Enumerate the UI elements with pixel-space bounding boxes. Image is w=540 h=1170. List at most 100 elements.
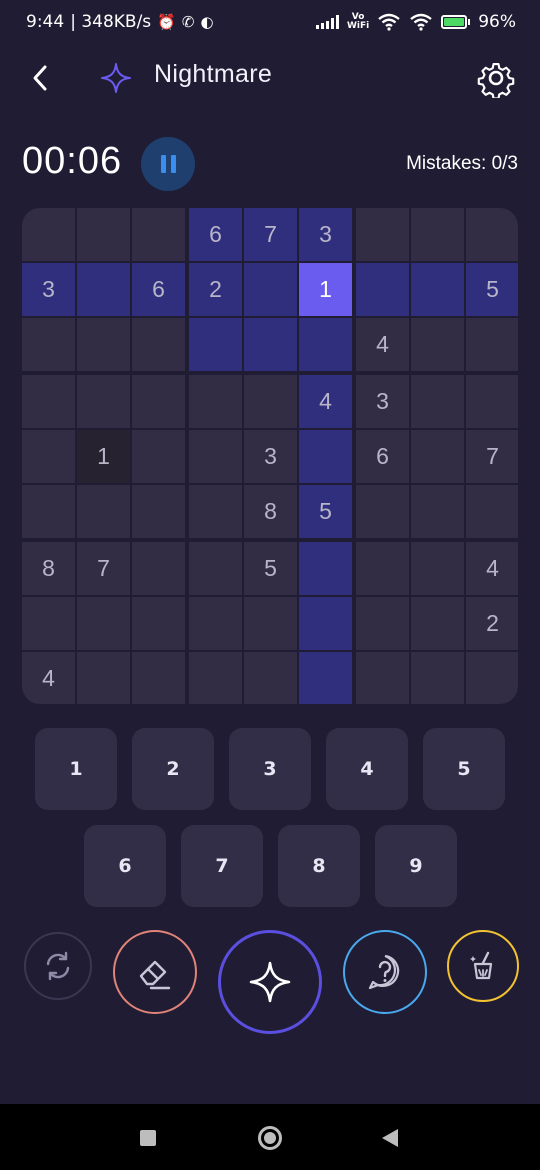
- board-cell-r1c2[interactable]: [77, 208, 130, 261]
- board-cell-r5c2[interactable]: 1: [77, 430, 130, 483]
- board-cell-r3c5[interactable]: [244, 318, 297, 371]
- board-cell-r7c7[interactable]: [356, 542, 409, 595]
- board-cell-r5c1[interactable]: [22, 430, 75, 483]
- board-cell-r5c8[interactable]: [411, 430, 464, 483]
- board-cell-r6c6[interactable]: 5: [299, 485, 352, 538]
- board-cell-r8c1[interactable]: [22, 597, 75, 650]
- board-cell-r6c4[interactable]: [189, 485, 242, 538]
- board-cell-r7c5[interactable]: 5: [244, 542, 297, 595]
- board-cell-r4c3[interactable]: [132, 375, 185, 428]
- board-cell-r5c4[interactable]: [189, 430, 242, 483]
- board-cell-r9c8[interactable]: [411, 652, 464, 704]
- board-cell-r9c2[interactable]: [77, 652, 130, 704]
- pause-button[interactable]: [141, 137, 195, 191]
- board-cell-r1c3[interactable]: [132, 208, 185, 261]
- number-key-3[interactable]: 3: [229, 728, 311, 810]
- board-cell-r5c7[interactable]: 6: [356, 430, 409, 483]
- board-cell-r7c6[interactable]: [299, 542, 352, 595]
- board-cell-r4c7[interactable]: 3: [356, 375, 409, 428]
- board-cell-r5c6[interactable]: [299, 430, 352, 483]
- back-button[interactable]: [24, 60, 56, 96]
- board-cell-r4c4[interactable]: [189, 375, 242, 428]
- board-cell-r2c7[interactable]: [356, 263, 409, 316]
- magic-button[interactable]: [218, 930, 322, 1034]
- board-cell-r6c8[interactable]: [411, 485, 464, 538]
- board-cell-r5c9[interactable]: 7: [466, 430, 518, 483]
- hint-button[interactable]: [343, 930, 427, 1014]
- board-cell-r8c7[interactable]: [356, 597, 409, 650]
- erase-button[interactable]: [113, 930, 197, 1014]
- board-cell-r7c2[interactable]: 7: [77, 542, 130, 595]
- board-cell-r8c3[interactable]: [132, 597, 185, 650]
- board-cell-r1c8[interactable]: [411, 208, 464, 261]
- board-cell-r2c6[interactable]: 1: [299, 263, 352, 316]
- board-cell-r7c3[interactable]: [132, 542, 185, 595]
- board-cell-r3c7[interactable]: 4: [356, 318, 409, 371]
- board-cell-r3c9[interactable]: [466, 318, 518, 371]
- board-cell-r2c3[interactable]: 6: [132, 263, 185, 316]
- number-key-5[interactable]: 5: [423, 728, 505, 810]
- board-cell-r7c8[interactable]: [411, 542, 464, 595]
- board-cell-r2c9[interactable]: 5: [466, 263, 518, 316]
- board-cell-r8c8[interactable]: [411, 597, 464, 650]
- board-cell-r4c2[interactable]: [77, 375, 130, 428]
- board-cell-r1c4[interactable]: 6: [189, 208, 242, 261]
- board-cell-r3c6[interactable]: [299, 318, 352, 371]
- auto-fill-button[interactable]: [447, 930, 519, 1002]
- board-cell-r4c5[interactable]: [244, 375, 297, 428]
- board-cell-r2c2[interactable]: [77, 263, 130, 316]
- board-cell-r6c3[interactable]: [132, 485, 185, 538]
- home-button[interactable]: [258, 1126, 282, 1150]
- board-cell-r7c4[interactable]: [189, 542, 242, 595]
- board-cell-r3c8[interactable]: [411, 318, 464, 371]
- board-cell-r3c1[interactable]: [22, 318, 75, 371]
- board-cell-r2c1[interactable]: 3: [22, 263, 75, 316]
- board-cell-r9c9[interactable]: [466, 652, 518, 704]
- undo-button[interactable]: [24, 932, 92, 1000]
- board-cell-r2c5[interactable]: [244, 263, 297, 316]
- board-cell-r8c6[interactable]: [299, 597, 352, 650]
- system-back-button[interactable]: [382, 1129, 398, 1147]
- board-cell-r4c9[interactable]: [466, 375, 518, 428]
- number-key-4[interactable]: 4: [326, 728, 408, 810]
- board-cell-r9c6[interactable]: [299, 652, 352, 704]
- board-cell-r6c7[interactable]: [356, 485, 409, 538]
- board-cell-r6c5[interactable]: 8: [244, 485, 297, 538]
- board-cell-r6c1[interactable]: [22, 485, 75, 538]
- board-cell-r7c1[interactable]: 8: [22, 542, 75, 595]
- board-cell-r2c4[interactable]: 2: [189, 263, 242, 316]
- board-cell-r8c2[interactable]: [77, 597, 130, 650]
- settings-button[interactable]: [476, 58, 516, 100]
- board-cell-r3c2[interactable]: [77, 318, 130, 371]
- board-cell-r1c6[interactable]: 3: [299, 208, 352, 261]
- board-cell-r8c5[interactable]: [244, 597, 297, 650]
- board-cell-r1c9[interactable]: [466, 208, 518, 261]
- number-key-6[interactable]: 6: [84, 825, 166, 907]
- board-cell-r3c3[interactable]: [132, 318, 185, 371]
- board-cell-r1c1[interactable]: [22, 208, 75, 261]
- board-cell-r1c5[interactable]: 7: [244, 208, 297, 261]
- board-cell-r9c3[interactable]: [132, 652, 185, 704]
- board-cell-r2c8[interactable]: [411, 263, 464, 316]
- board-cell-r7c9[interactable]: 4: [466, 542, 518, 595]
- board-cell-r8c9[interactable]: 2: [466, 597, 518, 650]
- board-cell-r9c4[interactable]: [189, 652, 242, 704]
- board-cell-r6c2[interactable]: [77, 485, 130, 538]
- board-cell-r9c1[interactable]: 4: [22, 652, 75, 704]
- board-cell-r5c3[interactable]: [132, 430, 185, 483]
- board-cell-r3c4[interactable]: [189, 318, 242, 371]
- board-cell-r9c5[interactable]: [244, 652, 297, 704]
- board-cell-r4c8[interactable]: [411, 375, 464, 428]
- number-key-8[interactable]: 8: [278, 825, 360, 907]
- board-cell-r6c9[interactable]: [466, 485, 518, 538]
- number-key-9[interactable]: 9: [375, 825, 457, 907]
- board-cell-r8c4[interactable]: [189, 597, 242, 650]
- board-cell-r5c5[interactable]: 3: [244, 430, 297, 483]
- board-cell-r4c1[interactable]: [22, 375, 75, 428]
- number-key-1[interactable]: 1: [35, 728, 117, 810]
- number-key-7[interactable]: 7: [181, 825, 263, 907]
- number-key-2[interactable]: 2: [132, 728, 214, 810]
- board-cell-r1c7[interactable]: [356, 208, 409, 261]
- board-cell-r9c7[interactable]: [356, 652, 409, 704]
- board-cell-r4c6[interactable]: 4: [299, 375, 352, 428]
